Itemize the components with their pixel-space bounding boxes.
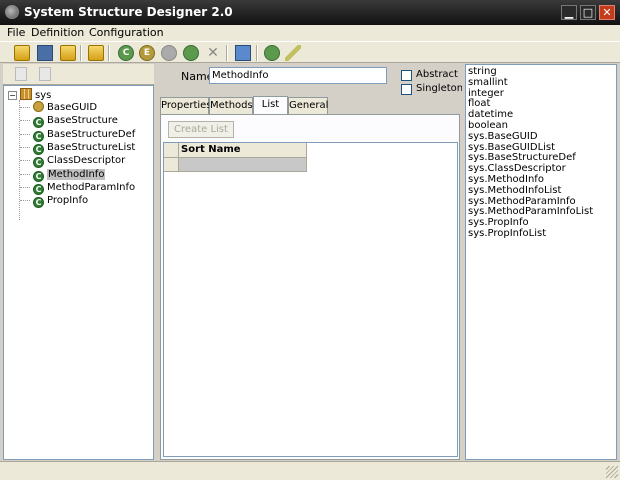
tree-line [20, 200, 30, 202]
tree-item[interactable]: C BaseStructure [33, 114, 118, 129]
tree-line [20, 107, 30, 108]
type-item[interactable]: sys.MethodInfoList [468, 185, 561, 196]
type-item[interactable]: sys.MethodParamInfo [468, 196, 576, 207]
grid-row-header[interactable] [164, 158, 179, 172]
abstract-checkbox[interactable] [401, 70, 412, 81]
toolbar-separator [108, 45, 110, 61]
grid-corner [164, 143, 179, 158]
tree-item-label: ClassDescriptor [47, 155, 126, 167]
type-item[interactable]: sys.PropInfo [468, 217, 529, 228]
package-icon [20, 88, 32, 100]
tree-line [20, 120, 30, 122]
types-list[interactable]: string smallint integer float datetime boolea… [465, 64, 617, 460]
tree-line [20, 133, 30, 135]
tree-item-label: MethodInfo [47, 168, 106, 180]
tree-root-label: sys [35, 90, 52, 101]
app-icon [5, 5, 19, 19]
close-button[interactable]: ✕ [599, 5, 615, 20]
expand-icon[interactable] [39, 67, 51, 81]
type-item[interactable]: sys.BaseGUIDList [468, 142, 555, 153]
guid-icon [33, 101, 44, 112]
type-item[interactable]: string [468, 66, 497, 77]
tree-item[interactable]: C PropInfo [33, 194, 89, 209]
type-item[interactable]: sys.ClassDescriptor [468, 163, 566, 174]
status-bar [0, 461, 620, 480]
tree-item-label: PropInfo [47, 195, 89, 207]
tree-line [20, 160, 30, 162]
window-title: System Structure Designer 2.0 [24, 5, 233, 19]
tree-toolbar [3, 64, 154, 85]
type-item[interactable]: boolean [468, 120, 508, 131]
tab-properties[interactable]: Properties [160, 97, 212, 114]
tree-expander-icon[interactable]: − [8, 91, 17, 100]
left-splitter[interactable] [154, 64, 157, 460]
tree-line [20, 186, 30, 188]
tree-root[interactable]: − sys [8, 88, 51, 101]
toolbar-separator [80, 45, 82, 61]
disabled-icon [161, 45, 177, 61]
tree-item[interactable]: C MethodInfo [33, 168, 106, 182]
screen-icon[interactable] [235, 45, 251, 61]
tree-item[interactable]: BaseGUID [33, 101, 97, 114]
collapse-icon[interactable] [15, 67, 27, 81]
name-input[interactable] [209, 67, 387, 84]
tree-item-label: BaseStructureList [47, 141, 136, 153]
create-list-button: Create List [168, 121, 234, 138]
grid-cell[interactable] [179, 158, 307, 172]
abstract-label: Abstract [416, 69, 458, 80]
tab-general[interactable]: General [288, 97, 328, 114]
toolbar-separator [226, 45, 228, 61]
save-icon[interactable] [37, 45, 53, 61]
tree-item-label: BaseStructure [47, 115, 118, 127]
export-icon[interactable] [264, 45, 280, 61]
open-folder-icon[interactable] [14, 45, 30, 61]
singleton-checkbox[interactable] [401, 84, 412, 95]
type-item[interactable]: sys.MethodInfo [468, 174, 544, 185]
list-tab-content: Create List Sort Name [160, 114, 460, 460]
tab-methods[interactable]: Methods [209, 97, 253, 114]
type-item[interactable]: smallint [468, 77, 508, 88]
singleton-label: Singleton [416, 83, 464, 94]
tree-item[interactable]: C ClassDescriptor [33, 154, 126, 169]
tree-line [20, 173, 30, 175]
edit-icon[interactable] [285, 45, 301, 61]
tree-item-label: MethodParamInfo [47, 181, 136, 193]
editor-panel: Name Abstract Singleton Properties Metho… [158, 64, 464, 460]
menu-file[interactable]: File [7, 26, 25, 39]
maximize-button[interactable]: □ [580, 5, 596, 20]
type-item[interactable]: sys.BaseGUID [468, 131, 538, 142]
grid-column-header[interactable]: Sort Name [179, 143, 307, 158]
title-bar: System Structure Designer 2.0 ▁ □ ✕ [0, 0, 620, 25]
tree-item-label: BaseStructureDef [47, 128, 136, 140]
structure-tree[interactable]: − sys BaseGUID C BaseStructure C BaseStructur… [3, 85, 154, 460]
structure-tree-panel: − sys BaseGUID C BaseStructure C BaseStructur… [3, 64, 154, 460]
tree-line [20, 146, 30, 148]
type-item[interactable]: sys.MethodParamInfoList [468, 206, 593, 217]
tree-item[interactable]: C BaseStructureDef [33, 128, 136, 142]
menu-definition[interactable]: Definition [31, 26, 84, 39]
enum-icon[interactable]: E [139, 45, 155, 61]
minimize-button[interactable]: ▁ [561, 5, 577, 20]
menu-bar: File Definition Configuration [0, 25, 620, 41]
open-project-icon[interactable] [88, 45, 104, 61]
tree-item[interactable]: C BaseStructureList [33, 141, 136, 155]
structure-icon[interactable] [183, 45, 199, 61]
tree-item[interactable]: C MethodParamInfo [33, 181, 136, 195]
package-icon[interactable] [60, 45, 76, 61]
resize-grip-icon[interactable] [606, 466, 618, 478]
tree-item-label: BaseGUID [47, 102, 98, 113]
type-item[interactable]: integer [468, 88, 504, 99]
type-item[interactable]: sys.PropInfoList [468, 228, 546, 239]
delete-icon[interactable]: ✕ [205, 45, 221, 61]
type-item[interactable]: sys.BaseStructureDef [468, 152, 576, 163]
menu-configuration[interactable]: Configuration [89, 26, 164, 39]
toolbar-separator [256, 45, 258, 61]
class-icon: C [33, 197, 44, 209]
type-item[interactable]: datetime [468, 109, 513, 120]
tab-list[interactable]: List [253, 96, 288, 114]
sort-grid[interactable]: Sort Name [163, 142, 458, 457]
type-item[interactable]: float [468, 98, 490, 109]
main-toolbar: C E ✕ [0, 41, 620, 63]
class-icon[interactable]: C [118, 45, 134, 61]
